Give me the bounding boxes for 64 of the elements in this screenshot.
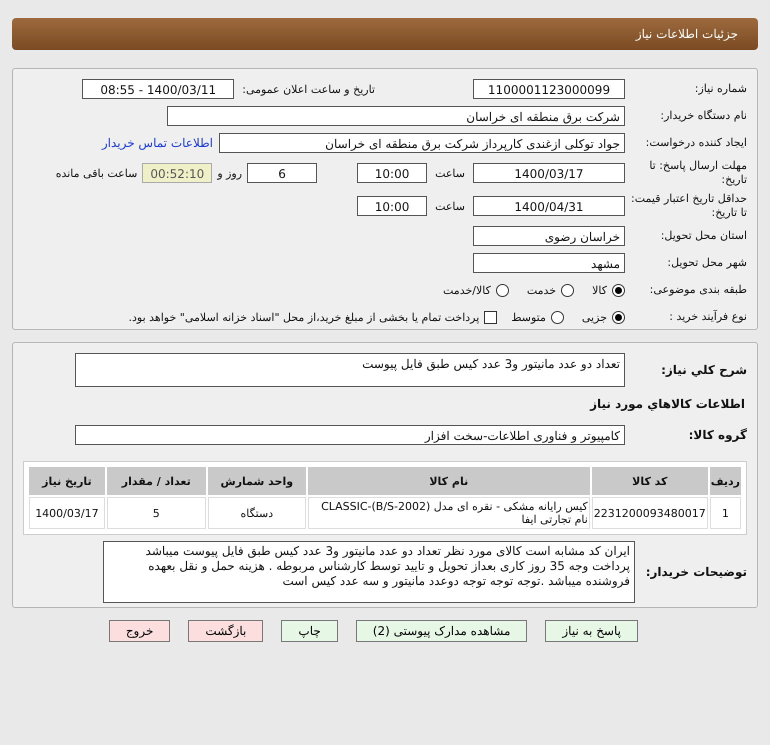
table-cell: 5 [106,497,206,529]
field-label: نام دستگاه خریدار: [659,109,747,123]
column-header: واحد شمارش [208,467,306,495]
field-label: نوع فرآیند خرید : [668,310,747,324]
field-label: طبقه بندی موضوعی: [648,283,747,297]
field-label: مهلت ارسال پاسخ: تا تاریخ: [648,159,747,187]
text-field[interactable]: شرکت برق منطقه ای خراسان [167,106,625,126]
field-label: شهر محل تحویل: [666,256,747,270]
field-label: حداقل تاریخ اعتبار قیمت: تا تاریخ: [631,192,747,220]
action-button[interactable]: پاسخ به نیاز [545,620,638,642]
field-label: توضیحات خریدار: [644,565,747,579]
text-field[interactable]: 10:00 [357,196,428,216]
radio-button[interactable] [612,310,625,324]
table-cell: 1400/03/17 [29,497,105,529]
radio-button[interactable] [550,310,564,324]
field-label: شماره نیاز: [694,82,747,96]
text-field[interactable]: 10:00 [357,163,428,183]
field-label: تاریخ و ساعت اعلان عمومی: [242,82,375,96]
table-cell: 2231200093480017 [592,497,708,529]
option-label: خدمت [526,284,556,296]
text-field[interactable]: کامپیوتر و فناوری اطلاعات-سخت افزار [75,425,625,445]
field-label: گروه کالا: [688,428,747,442]
option-label: جزیی [582,310,607,324]
field-label: شرح کلي نياز: [660,363,747,377]
window-title: جزئیات اطلاعات نیاز [636,27,738,41]
action-button[interactable]: خروج [108,620,170,642]
table-cell: کیس رایانه مشکی - نقره ای مدل CLASSIC-(B/S-2002) نام تجارتی ایفا [308,497,590,529]
text-field[interactable]: 1400/04/31 [473,196,625,216]
text-field[interactable]: خراسان رضوی [473,226,625,246]
text-field[interactable]: 1100001123000099 [473,79,625,99]
countdown-field: 00:52:10 [142,163,212,183]
text-field[interactable]: مشهد [473,253,625,273]
contact-link[interactable]: اطلاعات تماس خریدار [102,136,213,150]
option-label: کالا/خدمت [443,284,491,296]
text-field[interactable]: 6 [247,163,318,183]
field-label: ساعت [435,200,465,212]
field-label: ایجاد کننده درخواست: [644,136,747,150]
column-header: تعداد / مقدار [106,467,206,495]
text-field[interactable]: 1400/03/17 [473,163,625,183]
radio-button[interactable] [496,284,509,296]
radio-button[interactable] [561,284,574,296]
text-field[interactable]: جواد توکلی ازغندی کارپرداز شرکت برق منطقه ای خراسان [219,133,625,153]
text-field[interactable]: 1400/03/11 - 08:55 [82,79,234,99]
field-label: روز و [217,166,242,180]
option-label: کالا [592,284,607,296]
notes-field: ایران کد مشابه است کالای مورد نظر تعداد دو عدد مانیتور و3 عدد کیس طبق فایل پیوست میباشد پرداخت وجه 35 روز کاری بعداز تحویل و تایید توسط کارشناس مربوطه . هزینه حمل و نقل بعهده فروشنده میباشد .توجه توجه توجه دوعدد مانیتور و سه عدد کیس است [103,541,635,603]
radio-button[interactable] [612,284,625,296]
column-header: تاریخ نیاز [29,467,105,495]
table-cell: دستگاه [208,497,306,529]
checkbox[interactable] [484,310,498,324]
column-header: کد کالا [592,467,708,495]
column-header: ردیف [710,467,741,495]
action-button[interactable]: چاپ [281,620,338,642]
action-button[interactable]: بازگشت [188,620,264,642]
field-label: ساعت [435,166,465,180]
action-button[interactable]: مشاهده مدارک پیوستی (2) [356,620,528,642]
table-cell: 1 [710,497,741,529]
field-label: ساعت باقی مانده [56,166,138,180]
section-heading: اطلاعات کالاهاي مورد نياز [588,397,745,411]
field-label: استان محل تحویل: [660,229,747,243]
option-label: پرداخت تمام یا بخشی از مبلغ خرید،از محل "اسناد خزانه اسلامی" خواهد بود. [128,310,480,324]
option-label: متوسط [511,310,546,324]
column-header: نام کالا [308,467,590,495]
description-field: تعداد دو عدد مانیتور و3 عدد کیس طبق فایل پیوست [75,353,625,387]
